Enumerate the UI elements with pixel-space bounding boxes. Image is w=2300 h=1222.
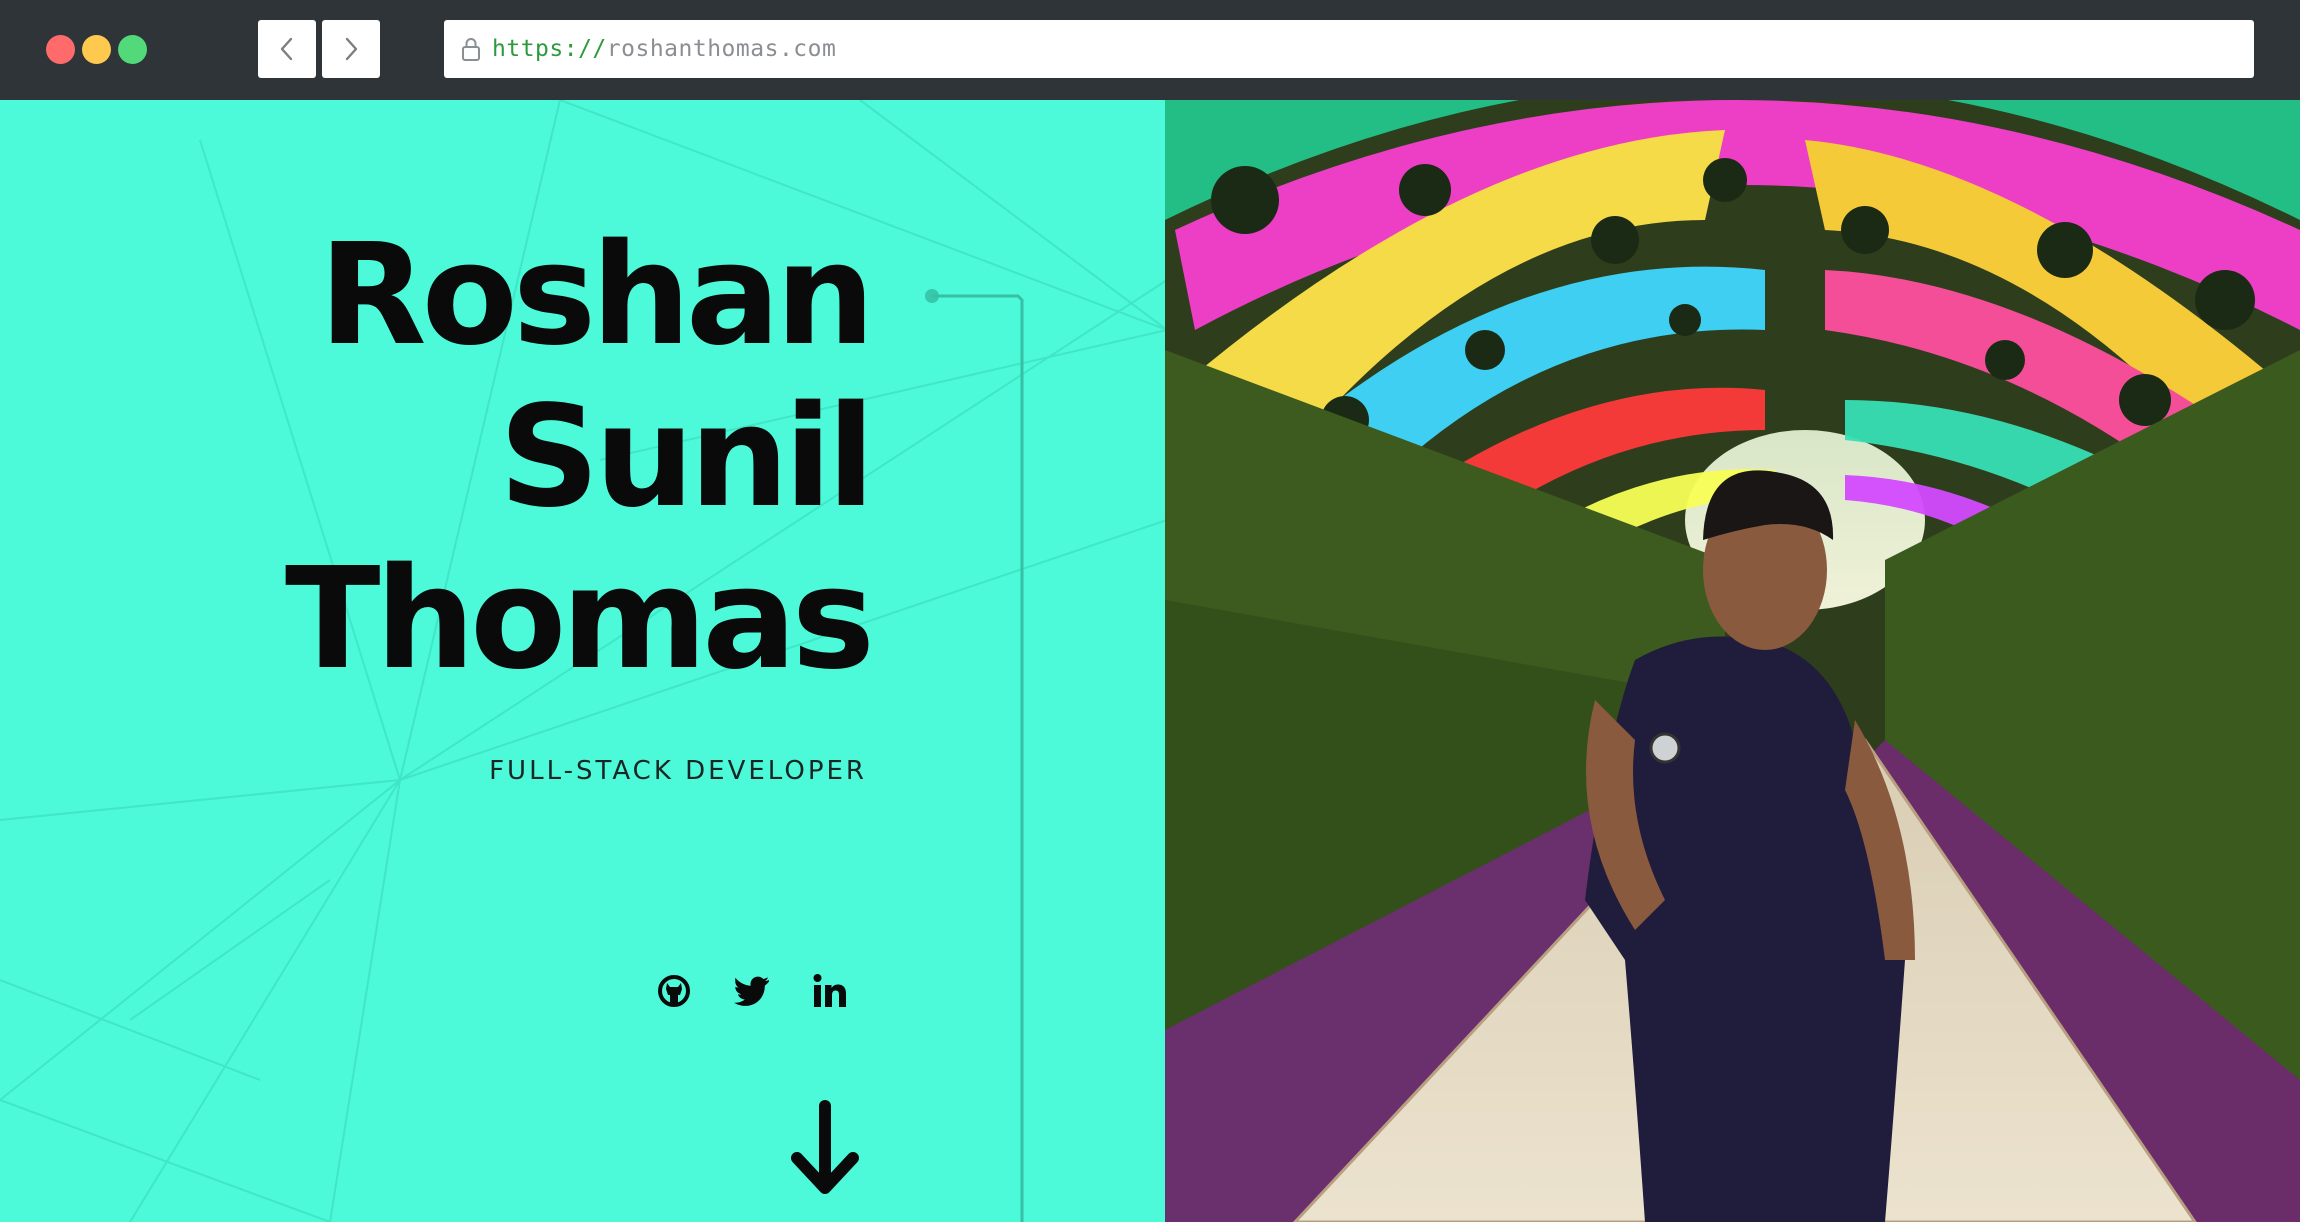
browser-toolbar: https://roshanthomas.com [0,0,2300,100]
linkedin-link[interactable] [811,972,849,1010]
arrow-down-icon [791,1100,859,1194]
url-host: roshanthomas.com [606,36,837,62]
github-icon [658,975,690,1007]
name-line-last: Thomas [284,538,875,701]
url-scheme: https:// [492,36,607,62]
hero-name: Roshan Sunil Thomas [284,214,875,701]
close-window-button[interactable] [46,35,75,64]
name-line-middle: Sunil [498,376,875,539]
role-subtitle: FULL-STACK DEVELOPER [489,756,867,786]
twitter-icon [734,976,769,1006]
scroll-down-button[interactable] [785,1100,865,1200]
back-button[interactable] [258,20,316,78]
hero-panel: Roshan Sunil Thomas FULL-STACK DEVELOPER [0,100,1167,1222]
url-text: https://roshanthomas.com [492,36,836,62]
forward-button[interactable] [322,20,380,78]
maximize-window-button[interactable] [118,35,147,64]
linkedin-icon [813,974,846,1007]
minimize-window-button[interactable] [82,35,111,64]
profile-photo [1165,100,2300,1222]
page-viewport: Roshan Sunil Thomas FULL-STACK DEVELOPER [0,100,2300,1222]
name-line-first: Roshan [318,214,875,377]
github-link[interactable] [655,972,693,1010]
chevron-left-icon [280,37,293,61]
photo-illustration [1165,100,2300,1222]
browser-window: https://roshanthomas.com Roshan Sunil Th… [0,0,2300,1222]
social-links [655,972,849,1010]
chevron-right-icon [345,37,358,61]
address-bar[interactable]: https://roshanthomas.com [444,20,2254,78]
twitter-link[interactable] [733,972,771,1010]
lock-icon [456,34,486,64]
